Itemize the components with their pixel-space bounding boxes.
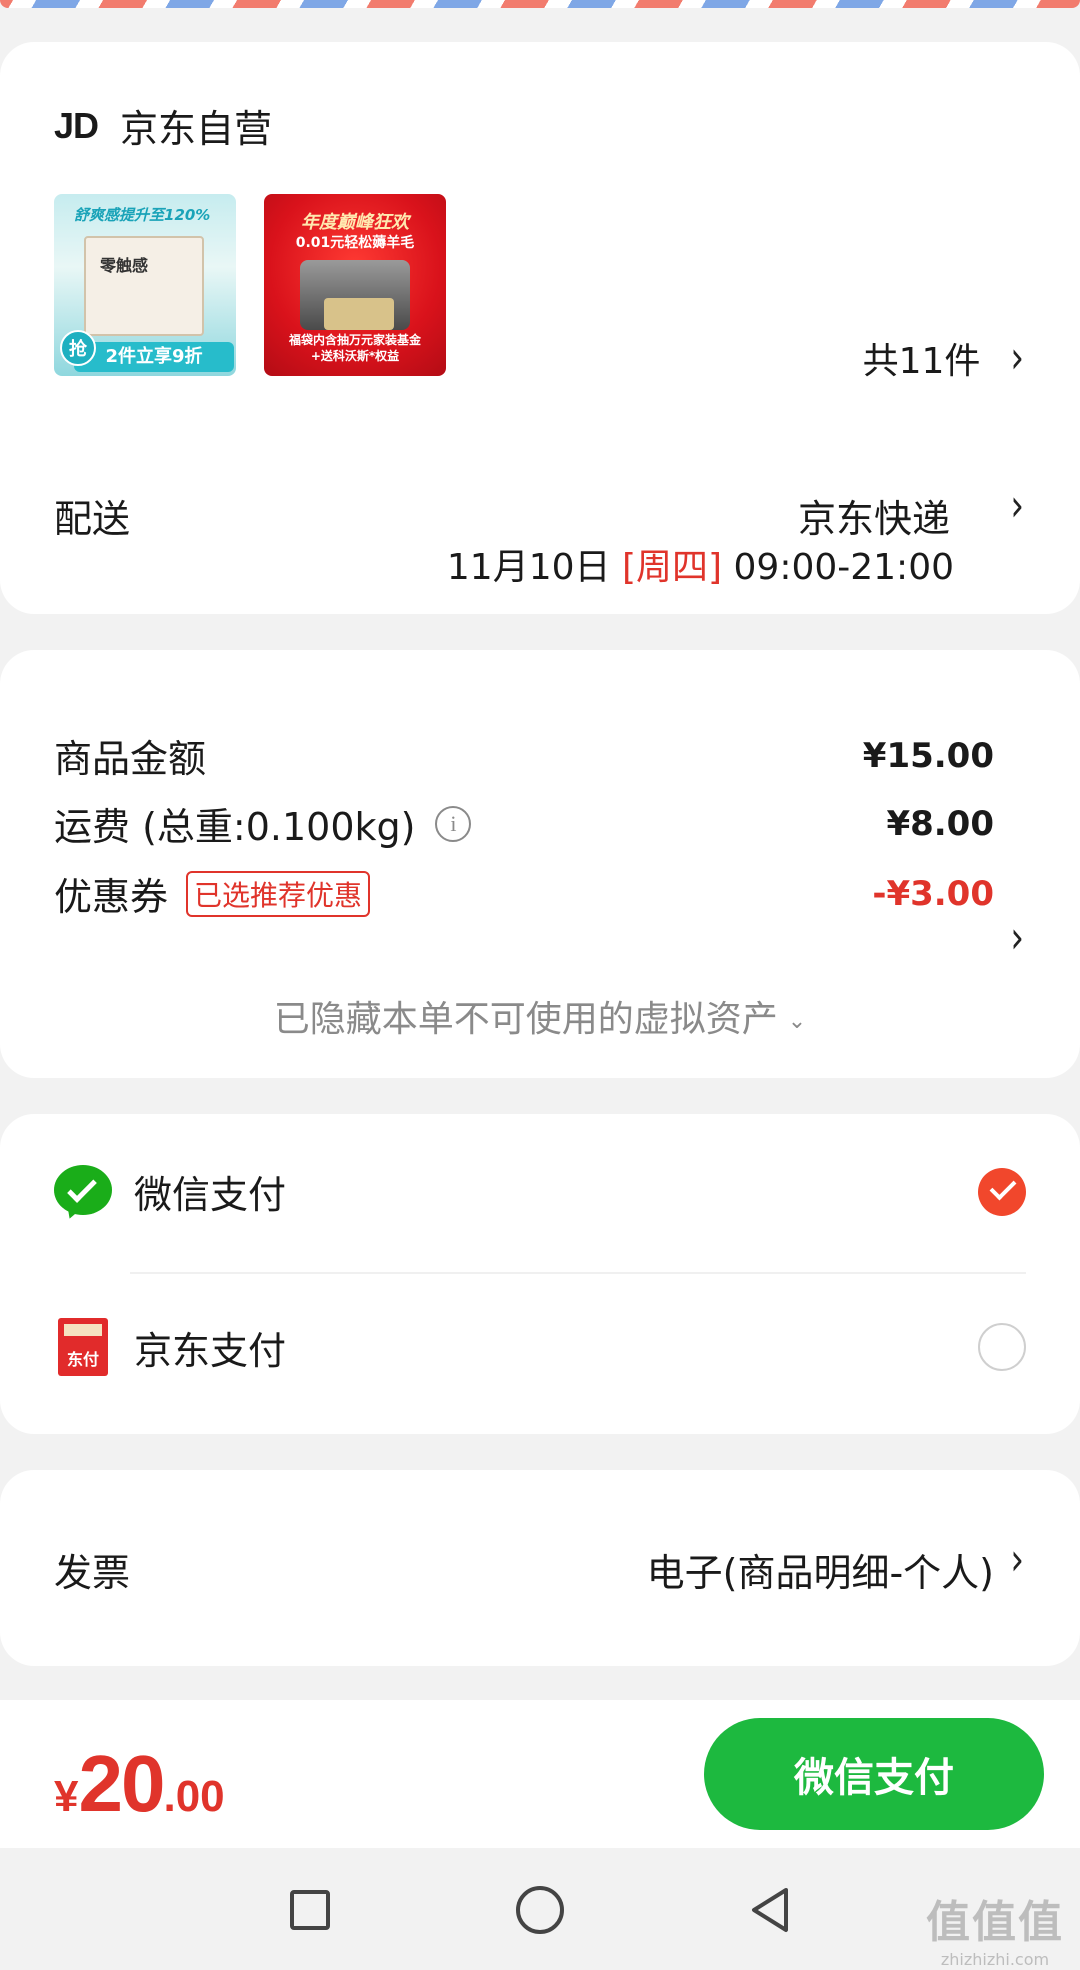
watermark-logo: 值值值 (926, 1897, 1064, 1948)
product-footer: 福袋内含抽万元家装基金 +送科沃斯*权益 (264, 332, 446, 364)
info-icon[interactable]: i (435, 805, 472, 842)
pack-label: 零触感 (100, 256, 149, 275)
goods-amount-label: 商品金额 (54, 737, 207, 781)
coupon-label: 优惠券 (54, 875, 169, 919)
radio-unchecked-icon[interactable] (978, 1323, 1026, 1371)
delivery-weekday: [周四] (621, 547, 723, 588)
product-headline: 舒爽感提升至120% (74, 206, 211, 224)
shop-header: JD 京东自营 (54, 98, 272, 153)
invoice-card[interactable]: 发票 电子(商品明细-个人) › (0, 1470, 1080, 1666)
chevron-right-icon[interactable]: › (1010, 912, 1024, 964)
hidden-assets-text: 已隐藏本单不可使用的虚拟资产 (273, 999, 778, 1040)
delivery-time: 11月10日 [周四] 09:00-21:00 (447, 538, 954, 590)
wechat-pay-label: 微信支付 (134, 1173, 287, 1217)
jd-pay-icon-text: 东付 (66, 1350, 99, 1369)
coupon-value: -¥3.00 (872, 873, 994, 914)
gift-box-image (324, 298, 394, 330)
chevron-right-icon: › (1010, 332, 1024, 384)
watermark-url: zhizhizhi.com (940, 1950, 1050, 1969)
product-footer-line: 福袋内含抽万元家装基金 (288, 333, 421, 347)
promo-banner: 2件立享9折 (74, 342, 234, 372)
product-pack-image: 零触感 (84, 236, 204, 336)
product-thumbnail[interactable]: 年度巅峰狂欢 0.01元轻松薅羊毛 福袋内含抽万元家装基金 +送科沃斯*权益 (264, 194, 446, 376)
coupon-tag: 已选推荐优惠 (186, 870, 371, 917)
product-thumbnail[interactable]: 舒爽感提升至120% 零触感 2件立享9折 抢 (54, 194, 236, 376)
delivery-method[interactable]: 京东快递 (798, 488, 950, 543)
radio-checked-icon[interactable] (978, 1167, 1026, 1216)
chevron-right-icon[interactable]: › (1010, 1534, 1024, 1586)
coupon-row[interactable]: 优惠券 已选推荐优惠 -¥3.00 (54, 866, 994, 921)
hidden-assets-toggle[interactable]: 已隐藏本单不可使用的虚拟资产 ⌄ (0, 990, 1080, 1042)
item-count: 共11件 (862, 341, 981, 382)
home-icon[interactable] (516, 1886, 564, 1934)
divider (130, 1272, 1026, 1274)
checkout-bar: ¥20.00 微信支付 (0, 1700, 1080, 1848)
shipping-fee-value: ¥8.00 (886, 803, 994, 844)
jd-pay-icon: 东付 (58, 1318, 108, 1376)
invoice-label: 发票 (54, 1551, 131, 1595)
goods-amount-value: ¥15.00 (862, 735, 994, 776)
chevron-down-icon: ⌄ (787, 1008, 807, 1034)
shipping-fee-label: 运费 (总重:0.100kg) (54, 805, 416, 849)
product-subline: 0.01元轻松薅羊毛 (295, 235, 415, 251)
item-count-link[interactable]: 共11件 › (863, 332, 1024, 384)
back-icon[interactable] (746, 1886, 794, 1934)
order-items-card: JD 京东自营 舒爽感提升至120% 零触感 2件立享9折 抢 年度巅峰狂欢 0… (0, 42, 1080, 614)
order-confirm-page: JD 京东自营 舒爽感提升至120% 零触感 2件立享9折 抢 年度巅峰狂欢 0… (0, 0, 1080, 1970)
recent-apps-icon[interactable] (290, 1890, 330, 1930)
system-nav-bar: 值值值 zhizhizhi.com (0, 1848, 1080, 1970)
delivery-window: 09:00-21:00 (733, 547, 954, 588)
payment-method-card: 微信支付 东付 京东支付 (0, 1114, 1080, 1434)
total-price: ¥20.00 (54, 1738, 225, 1830)
jd-pay-label: 京东支付 (134, 1328, 287, 1373)
wechat-pay-icon (54, 1164, 112, 1221)
airmail-stripe (0, 0, 1080, 8)
price-summary-card: 商品金额 ¥15.00 运费 (总重:0.100kg) i ¥8.00 优惠券 … (0, 650, 1080, 1078)
payment-option-jd[interactable]: 东付 京东支付 (54, 1318, 1026, 1376)
shop-name: 京东自营 (120, 107, 273, 151)
product-headline: 年度巅峰狂欢 (301, 212, 409, 233)
currency-symbol: ¥ (54, 1772, 79, 1821)
shipping-fee-row: 运费 (总重:0.100kg) i ¥8.00 (54, 796, 994, 851)
invoice-value: 电子(商品明细-个人) (646, 1551, 994, 1595)
product-footer-line: +送科沃斯*权益 (310, 349, 400, 363)
grab-badge: 抢 (60, 330, 96, 366)
total-decimal: .00 (163, 1772, 225, 1821)
payment-option-wechat[interactable]: 微信支付 (54, 1164, 1026, 1221)
watermark: 值值值 zhizhizhi.com (926, 1886, 1064, 1969)
goods-amount-row: 商品金额 ¥15.00 (54, 728, 994, 783)
delivery-date: 11月10日 (446, 547, 611, 588)
delivery-label: 配送 (54, 497, 131, 541)
chevron-right-icon[interactable]: › (1010, 480, 1024, 532)
total-integer: 20 (78, 1739, 165, 1828)
pay-button[interactable]: 微信支付 (704, 1718, 1044, 1830)
jd-logo-icon: JD (54, 104, 99, 146)
